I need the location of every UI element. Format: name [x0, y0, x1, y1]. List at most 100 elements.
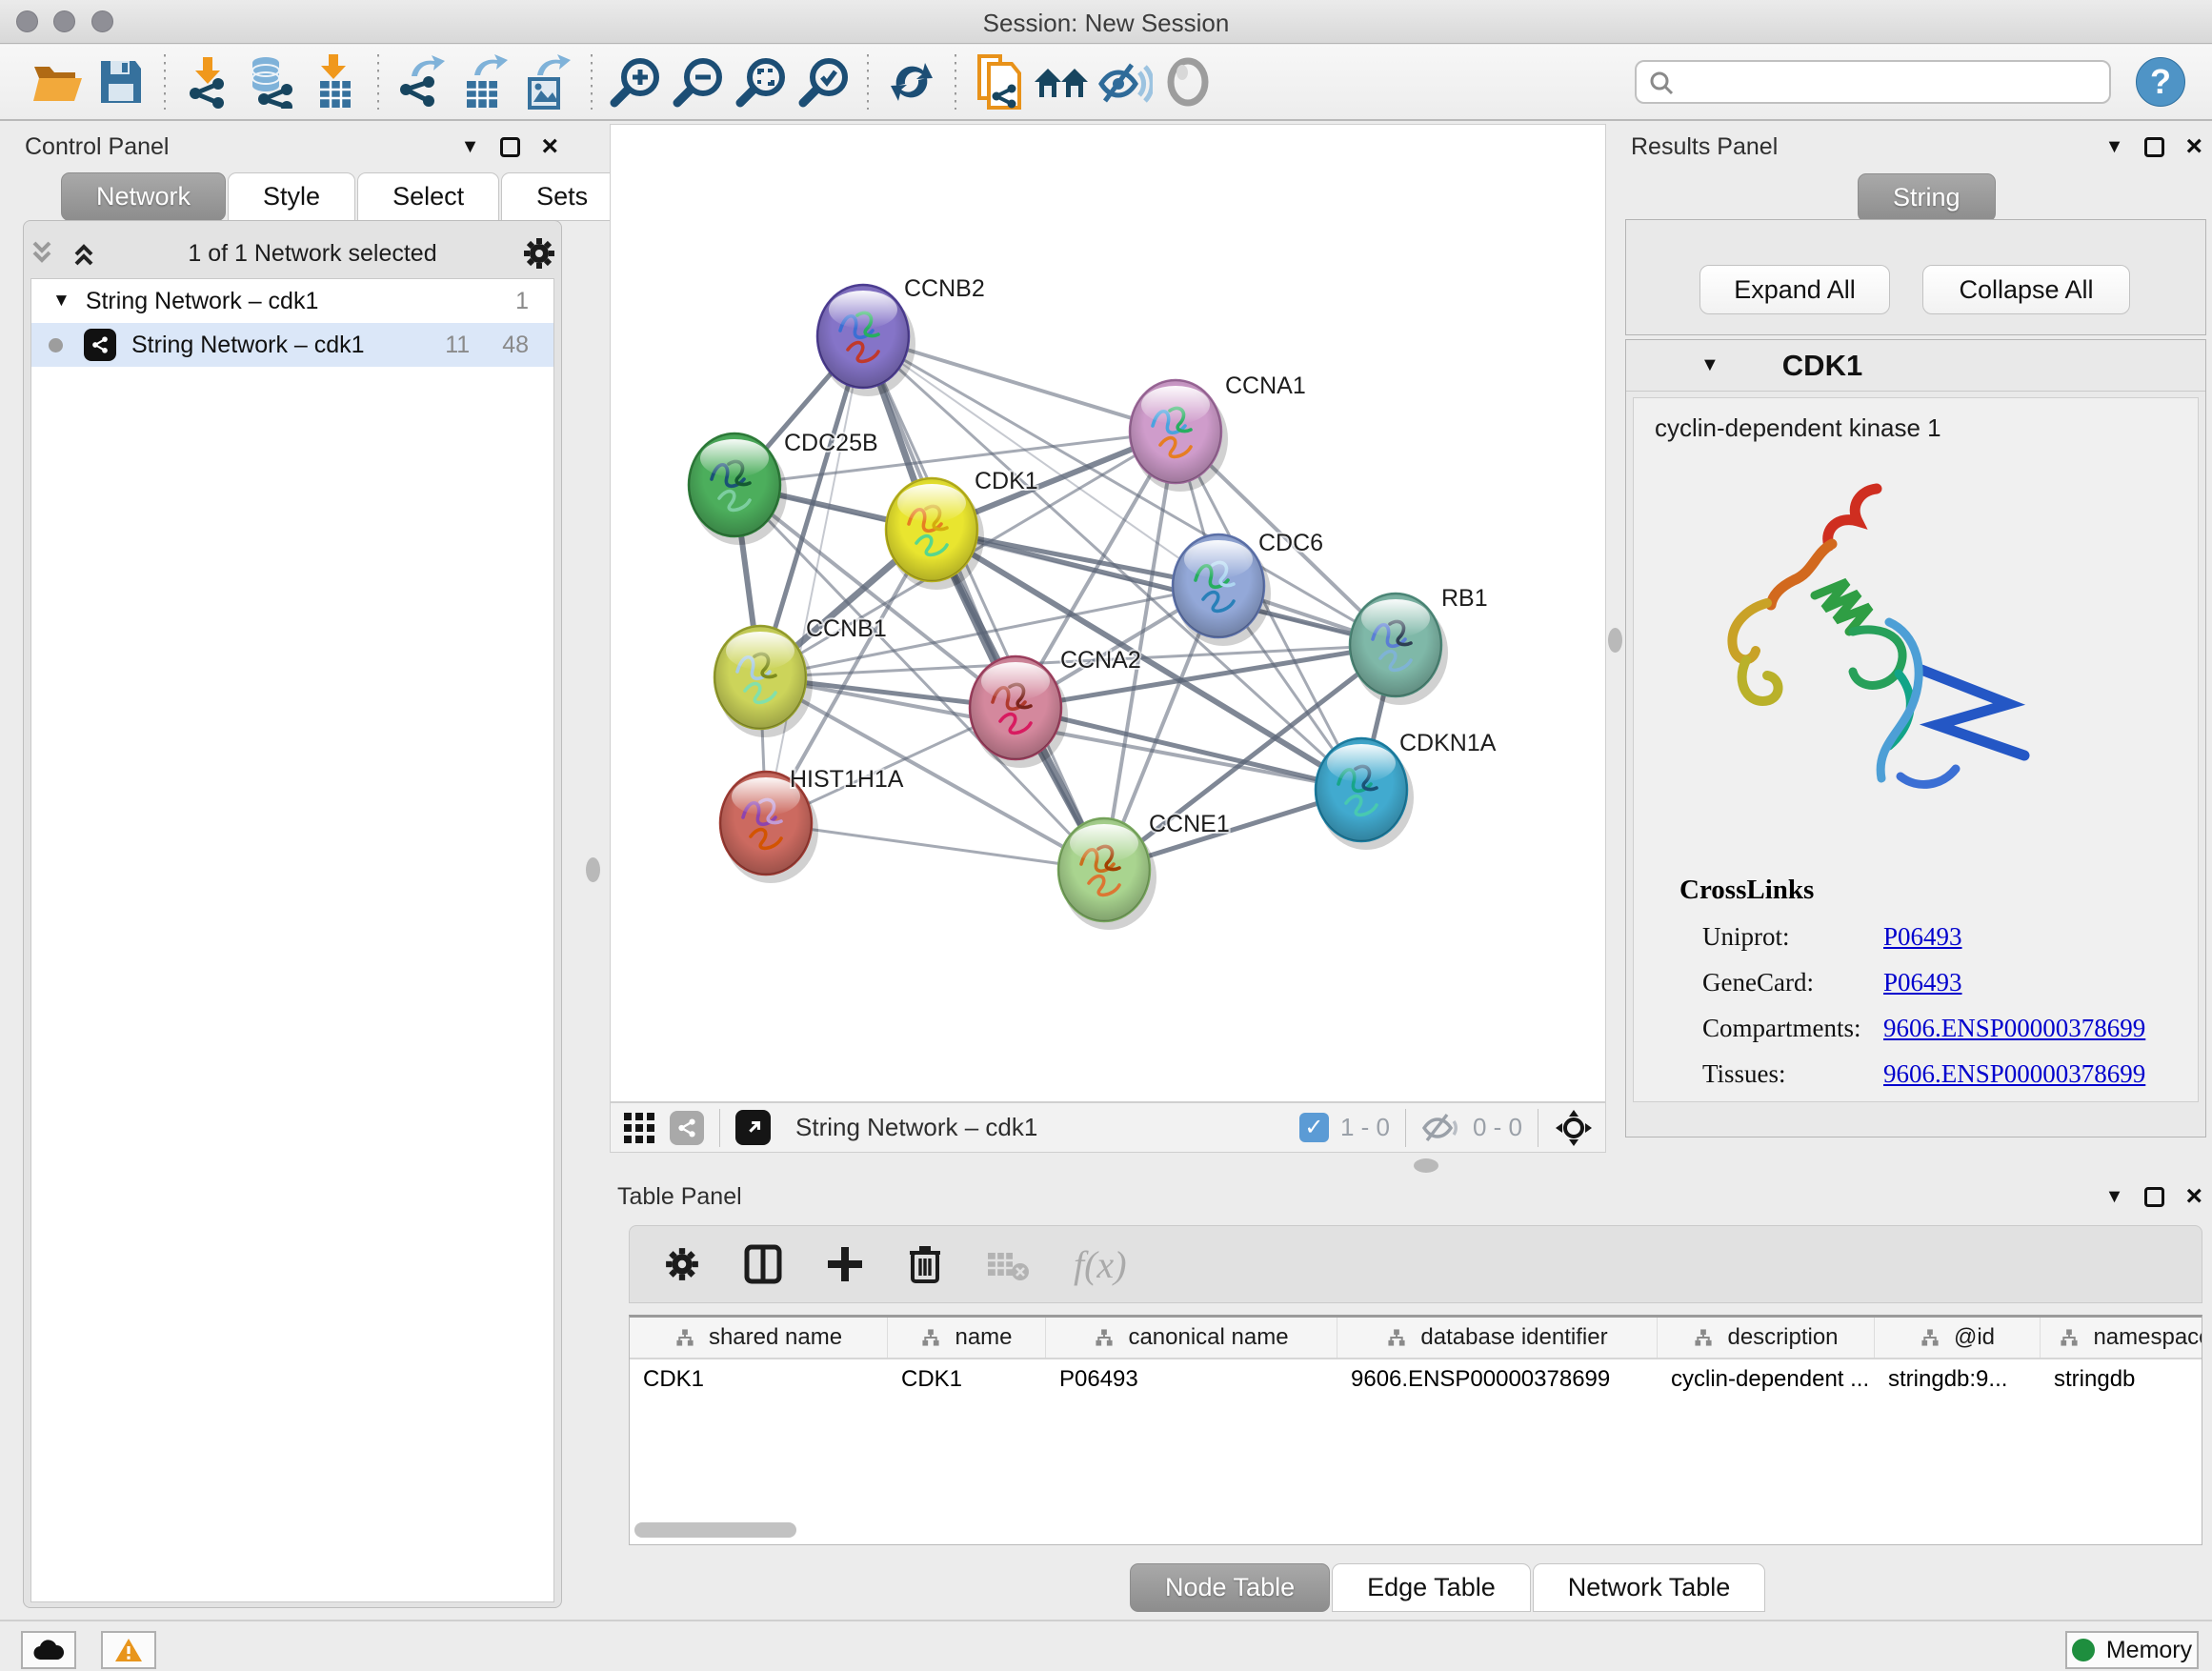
node-label-CCNE1: CCNE1	[1149, 811, 1230, 837]
crosslink-link[interactable]: P06493	[1883, 922, 1962, 952]
import-network-file-button[interactable]	[177, 51, 240, 112]
node-CDK1[interactable]	[886, 478, 984, 590]
panel-float-icon[interactable]	[500, 137, 520, 157]
node-CCNA1[interactable]	[1130, 380, 1228, 492]
panel-menu-caret-icon[interactable]: ▼	[2105, 136, 2124, 158]
tab-style[interactable]: Style	[228, 172, 355, 221]
selected-nodes-checkbox-icon[interactable]: ✓	[1299, 1113, 1329, 1142]
import-network-database-button[interactable]	[240, 51, 303, 112]
node-CDC25B[interactable]	[689, 433, 787, 545]
tab-network-table[interactable]: Network Table	[1533, 1563, 1766, 1612]
network-collection-row[interactable]: ▼ String Network – cdk1 1	[31, 279, 553, 323]
cloud-icon	[32, 1639, 65, 1661]
node-RB1[interactable]	[1350, 594, 1448, 705]
warnings-button[interactable]	[101, 1631, 156, 1669]
tree-expand-caret-icon[interactable]: ▼	[52, 291, 70, 312]
tab-sets[interactable]: Sets	[501, 172, 623, 221]
save-session-button[interactable]	[90, 51, 152, 112]
center-network-icon[interactable]	[1554, 1108, 1594, 1148]
export-image-button[interactable]	[516, 51, 579, 112]
search-input[interactable]	[1635, 60, 2111, 104]
table-cell[interactable]: CDK1	[888, 1359, 1046, 1399]
main-toolbar: ?	[0, 45, 2212, 121]
node-label-CDC25B: CDC25B	[784, 430, 878, 456]
zoom-out-button[interactable]	[667, 51, 730, 112]
node-table[interactable]: shared namenamecanonical name database id…	[629, 1315, 2202, 1545]
memory-button[interactable]: Memory	[2065, 1631, 2199, 1669]
collapse-all-chevron-icon[interactable]	[29, 239, 61, 268]
show-all-networks-button[interactable]	[1031, 51, 1094, 112]
export-table-button[interactable]	[453, 51, 516, 112]
collapse-all-button[interactable]: Collapse All	[1922, 265, 2130, 314]
crosslink-link[interactable]: 9606.ENSP00000378699	[1883, 1014, 2145, 1043]
eye-button[interactable]	[1156, 51, 1219, 112]
table-gear-icon[interactable]	[664, 1246, 700, 1282]
hide-graphics-details-button[interactable]	[1094, 51, 1156, 112]
panel-close-icon[interactable]: ×	[2185, 132, 2202, 161]
panel-float-icon[interactable]	[2144, 1187, 2164, 1207]
help-button[interactable]: ?	[2136, 57, 2185, 107]
panel-menu-caret-icon[interactable]: ▼	[2105, 1186, 2124, 1208]
birds-eye-view-toggle[interactable]	[735, 1110, 771, 1145]
node-label-CDC6: CDC6	[1258, 530, 1323, 556]
zoom-in-button[interactable]	[604, 51, 667, 112]
zoom-selected-button[interactable]	[793, 51, 855, 112]
network-row[interactable]: String Network – cdk1 11 48	[31, 323, 553, 367]
scrollbar-thumb[interactable]	[634, 1522, 796, 1538]
tab-node-table[interactable]: Node Table	[1130, 1563, 1330, 1612]
crosslink-link[interactable]: P06493	[1883, 968, 1962, 997]
column-header-description[interactable]: description	[1658, 1318, 1875, 1358]
table-cell[interactable]: P06493	[1046, 1359, 1337, 1399]
table-row[interactable]: CDK1CDK1P064939606.ENSP00000378699cyclin…	[630, 1359, 2202, 1399]
result-card-header[interactable]: ▼ CDK1	[1626, 340, 2205, 392]
column-header-database-identifier[interactable]: database identifier	[1337, 1318, 1658, 1358]
tab-edge-table[interactable]: Edge Table	[1332, 1563, 1531, 1612]
apply-layout-button[interactable]	[880, 51, 943, 112]
column-header--id[interactable]: @id	[1875, 1318, 2041, 1358]
node-CCNE1[interactable]	[1058, 818, 1156, 930]
import-table-button[interactable]	[303, 51, 366, 112]
right-splitter-grip[interactable]	[1608, 628, 1622, 653]
tab-select[interactable]: Select	[357, 172, 499, 221]
node-CCNA2[interactable]	[970, 656, 1068, 768]
duplicate-network-button[interactable]	[968, 51, 1031, 112]
column-header-shared-name[interactable]: shared name	[630, 1318, 888, 1358]
table-cell[interactable]: 9606.ENSP00000378699	[1337, 1359, 1658, 1399]
tab-network[interactable]: Network	[61, 172, 226, 221]
expand-all-button[interactable]: Expand All	[1699, 265, 1890, 314]
edge-CCNB2-HIST1H1A[interactable]	[766, 336, 863, 823]
grid-view-icon[interactable]	[622, 1111, 656, 1145]
table-cell[interactable]: stringdb	[2041, 1359, 2202, 1399]
add-column-icon[interactable]	[826, 1245, 864, 1283]
table-cell[interactable]: CDK1	[630, 1359, 888, 1399]
panel-close-icon[interactable]: ×	[541, 132, 558, 161]
column-header-canonical-name[interactable]: canonical name	[1046, 1318, 1337, 1358]
node-CCNB2[interactable]	[817, 285, 915, 396]
panel-float-icon[interactable]	[2144, 137, 2164, 157]
network-canvas[interactable]: CCNB2CCNA1CDC25BCDK1CDC6RB1CCNB1CCNA2CDK…	[610, 124, 1606, 1102]
open-session-button[interactable]	[27, 51, 90, 112]
expand-all-chevron-icon[interactable]	[70, 239, 103, 268]
panel-menu-caret-icon[interactable]: ▼	[461, 136, 480, 158]
cloud-status-button[interactable]	[21, 1631, 76, 1669]
column-header-name[interactable]: name	[888, 1318, 1046, 1358]
delete-column-icon[interactable]	[908, 1243, 942, 1285]
export-network-button[interactable]	[391, 51, 453, 112]
table-cell[interactable]: stringdb:9...	[1875, 1359, 2041, 1399]
column-label: database identifier	[1420, 1324, 1607, 1351]
show-columns-icon[interactable]	[744, 1244, 782, 1284]
table-cell[interactable]: cyclin-dependent ...	[1658, 1359, 1875, 1399]
tab-string[interactable]: String	[1858, 173, 1996, 222]
collapse-entry-caret-icon[interactable]: ▼	[1700, 354, 1719, 376]
zoom-fit-button[interactable]	[730, 51, 793, 112]
panel-close-icon[interactable]: ×	[2185, 1182, 2202, 1211]
node-CDC6[interactable]	[1173, 534, 1271, 646]
string-view-icon[interactable]	[670, 1111, 704, 1145]
bottom-splitter-grip[interactable]	[1414, 1158, 1438, 1173]
crosslink-link[interactable]: 9606.ENSP00000378699	[1883, 1059, 2145, 1089]
network-graph[interactable]: CCNB2CCNA1CDC25BCDK1CDC6RB1CCNB1CCNA2CDK…	[611, 125, 1605, 1101]
table-horizontal-scrollbar[interactable]	[634, 1522, 2197, 1540]
column-header-namespace[interactable]: namespace	[2041, 1318, 2202, 1358]
gear-icon[interactable]	[522, 236, 556, 271]
left-splitter-grip[interactable]	[586, 857, 600, 882]
